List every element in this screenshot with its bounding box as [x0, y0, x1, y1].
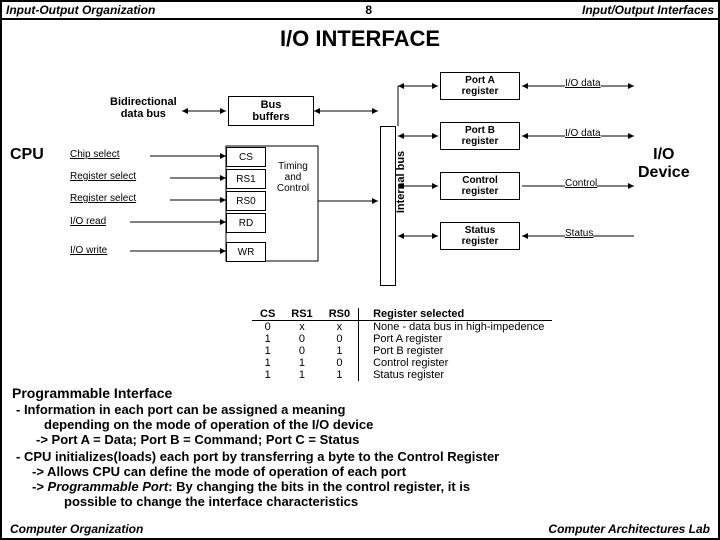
- io-data-a-label: I/O data: [565, 78, 601, 89]
- register-select-0-label: Register select: [70, 193, 136, 204]
- wr-box: WR: [226, 242, 266, 262]
- timing-control-label: Timing and Control: [270, 161, 316, 194]
- footer-right: Computer Architectures Lab: [548, 522, 710, 536]
- io-data-b-label: I/O data: [565, 128, 601, 139]
- page-footer: Computer Organization Computer Architect…: [2, 522, 718, 536]
- status-signal-label: Status: [565, 228, 593, 239]
- bullet-2: - CPU initializes(loads) each port by tr…: [16, 450, 704, 510]
- io-read-label: I/O read: [70, 216, 106, 227]
- io-interface-diagram: CPU Bidirectional data bus Bus buffers C…: [10, 56, 710, 306]
- control-signal-label: Control: [565, 178, 597, 189]
- bus-buffers-box: Bus buffers: [228, 96, 314, 126]
- footer-left: Computer Organization: [10, 522, 143, 536]
- cs-box: CS: [226, 147, 266, 167]
- io-write-label: I/O write: [70, 245, 107, 256]
- rs1-box: RS1: [226, 169, 266, 189]
- port-b-register: Port Bregister: [440, 122, 520, 150]
- bidirectional-bus-label: Bidirectional data bus: [110, 96, 177, 120]
- bullet-1: - Information in each port can be assign…: [16, 403, 704, 448]
- rd-box: RD: [226, 213, 266, 233]
- io-device-label: I/O Device: [638, 146, 690, 181]
- chip-select-label: Chip select: [70, 149, 119, 160]
- register-select-1-label: Register select: [70, 171, 136, 182]
- register-select-table: CSRS1RS0Register selected 0xxNone - data…: [252, 308, 718, 381]
- programmable-interface-heading: Programmable Interface: [12, 385, 718, 401]
- page-header: Input-Output Organization 8 Input/Output…: [2, 2, 718, 20]
- slide-title: I/O INTERFACE: [2, 20, 718, 56]
- header-right: Input/Output Interfaces: [582, 3, 714, 17]
- status-register: Statusregister: [440, 222, 520, 250]
- rs0-box: RS0: [226, 191, 266, 211]
- internal-bus-box: [380, 126, 396, 286]
- cpu-label: CPU: [10, 146, 44, 164]
- header-left: Input-Output Organization: [6, 3, 155, 17]
- internal-bus-label: Internal bus: [395, 151, 407, 213]
- header-page-num: 8: [365, 3, 372, 17]
- control-register: Controlregister: [440, 172, 520, 200]
- port-a-register: Port Aregister: [440, 72, 520, 100]
